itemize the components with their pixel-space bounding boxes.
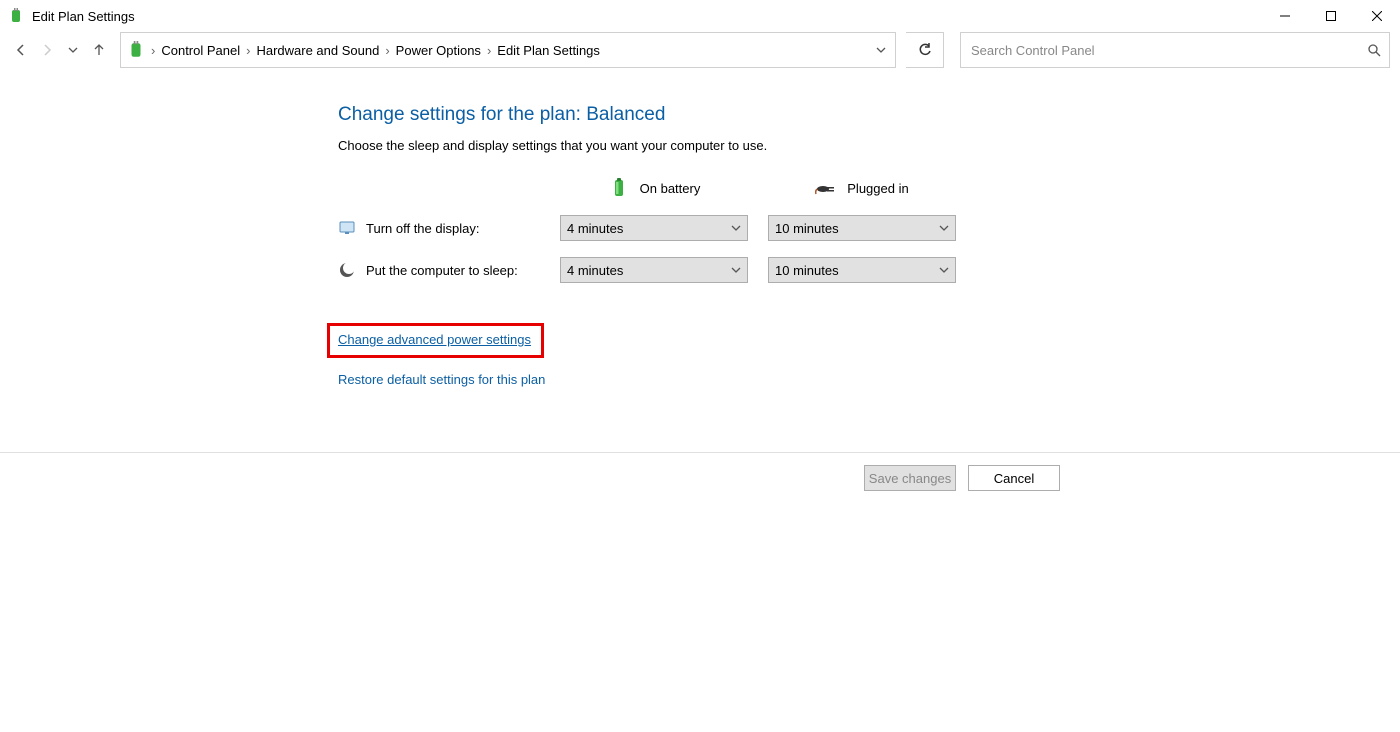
- nav-row: › Control Panel › Hardware and Sound › P…: [0, 32, 1400, 68]
- links-section: Change advanced power settings Restore d…: [338, 323, 1400, 387]
- dropdown-value: 4 minutes: [567, 221, 623, 236]
- forward-button[interactable]: [36, 39, 58, 61]
- refresh-button[interactable]: [906, 32, 944, 68]
- dropdown-value: 10 minutes: [775, 221, 839, 236]
- maximize-button[interactable]: [1308, 0, 1354, 32]
- display-plugged-dropdown[interactable]: 10 minutes: [768, 215, 956, 241]
- power-options-icon: [127, 41, 145, 59]
- titlebar: Edit Plan Settings: [0, 0, 1400, 32]
- setting-row-display: Turn off the display: 4 minutes 10 minut…: [338, 215, 1400, 241]
- restore-defaults-link[interactable]: Restore default settings for this plan: [338, 372, 545, 387]
- moon-icon: [338, 261, 356, 279]
- dropdown-value: 4 minutes: [567, 263, 623, 278]
- battery-icon: [608, 177, 630, 199]
- setting-row-sleep: Put the computer to sleep: 4 minutes 10 …: [338, 257, 1400, 283]
- search-box[interactable]: [960, 32, 1390, 68]
- minimize-button[interactable]: [1262, 0, 1308, 32]
- advanced-power-settings-link[interactable]: Change advanced power settings: [338, 332, 531, 347]
- row-label: Turn off the display:: [366, 221, 479, 236]
- chevron-down-icon: [731, 223, 741, 233]
- breadcrumb-item[interactable]: Edit Plan Settings: [493, 43, 604, 58]
- highlight-annotation: Change advanced power settings: [327, 323, 544, 358]
- chevron-down-icon: [939, 265, 949, 275]
- chevron-right-icon: ›: [149, 43, 157, 58]
- cancel-button[interactable]: Cancel: [968, 465, 1060, 491]
- save-changes-button[interactable]: Save changes: [864, 465, 956, 491]
- button-label: Save changes: [869, 471, 951, 486]
- footer: Save changes Cancel: [0, 452, 1400, 503]
- back-button[interactable]: [10, 39, 32, 61]
- display-icon: [338, 219, 356, 237]
- plug-icon: [815, 177, 837, 199]
- breadcrumb-item[interactable]: Power Options: [392, 43, 485, 58]
- chevron-down-icon: [939, 223, 949, 233]
- page-title: Change settings for the plan: Balanced: [338, 104, 1400, 126]
- address-bar[interactable]: › Control Panel › Hardware and Sound › P…: [120, 32, 896, 68]
- column-headers: On battery Plugged in: [338, 177, 1400, 199]
- search-icon[interactable]: [1367, 43, 1381, 57]
- chevron-down-icon: [731, 265, 741, 275]
- sleep-battery-dropdown[interactable]: 4 minutes: [560, 257, 748, 283]
- window-title: Edit Plan Settings: [32, 9, 135, 24]
- close-button[interactable]: [1354, 0, 1400, 32]
- breadcrumb-item[interactable]: Hardware and Sound: [252, 43, 383, 58]
- chevron-right-icon: ›: [244, 43, 252, 58]
- dropdown-value: 10 minutes: [775, 263, 839, 278]
- plugged-in-label: Plugged in: [847, 181, 908, 196]
- breadcrumb-item[interactable]: Control Panel: [157, 43, 244, 58]
- up-button[interactable]: [88, 39, 110, 61]
- main-content: Change settings for the plan: Balanced C…: [0, 68, 1400, 387]
- chevron-right-icon: ›: [485, 43, 493, 58]
- button-label: Cancel: [994, 471, 1034, 486]
- power-options-icon: [8, 8, 24, 24]
- on-battery-label: On battery: [640, 181, 701, 196]
- page-subtitle: Choose the sleep and display settings th…: [338, 138, 1400, 153]
- search-input[interactable]: [969, 42, 1367, 59]
- display-battery-dropdown[interactable]: 4 minutes: [560, 215, 748, 241]
- recent-locations-button[interactable]: [62, 39, 84, 61]
- row-label: Put the computer to sleep:: [366, 263, 518, 278]
- chevron-right-icon: ›: [383, 43, 391, 58]
- sleep-plugged-dropdown[interactable]: 10 minutes: [768, 257, 956, 283]
- address-dropdown-button[interactable]: [867, 33, 895, 67]
